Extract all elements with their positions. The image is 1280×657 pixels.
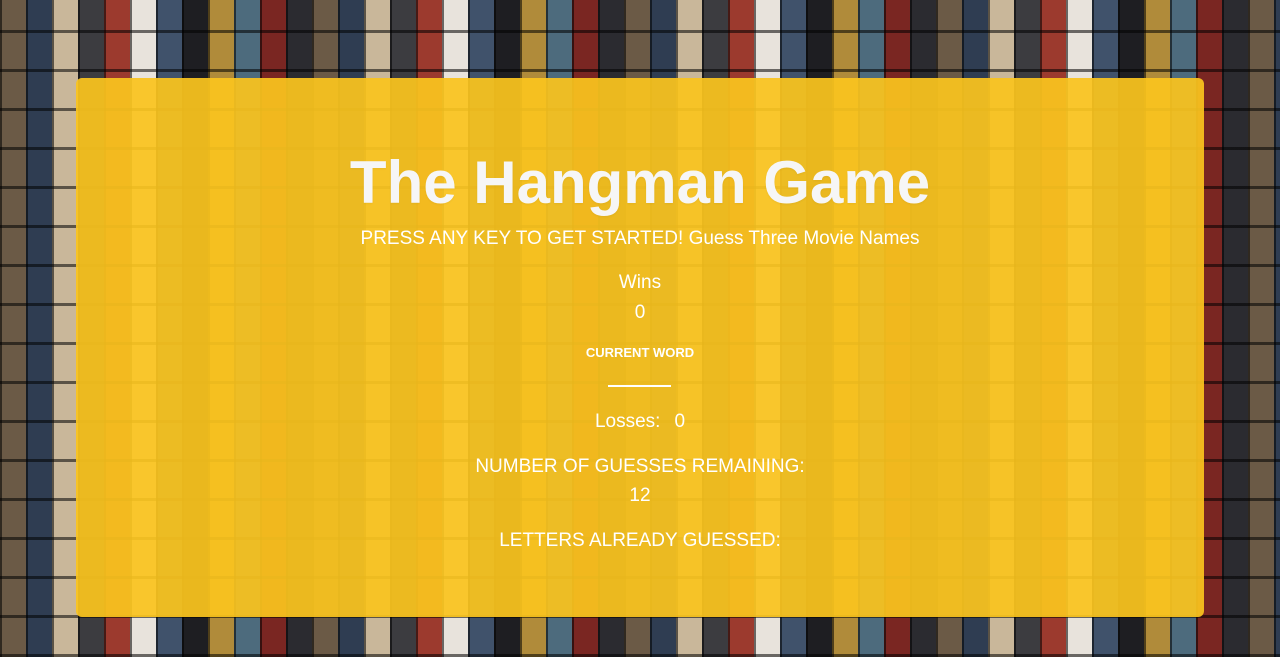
hangman-game-panel: The Hangman Game PRESS ANY KEY TO GET ST… <box>76 78 1204 617</box>
current-word-underline <box>608 385 671 387</box>
losses-row: Losses: 0 <box>76 410 1204 434</box>
current-word-label: CURRENT WORD <box>585 345 695 360</box>
losses-label: Losses: <box>594 411 661 432</box>
game-title: The Hangman Game <box>349 149 931 216</box>
guesses-remaining-counter: 12 <box>629 485 651 506</box>
wins-counter: 0 <box>634 302 646 323</box>
losses-counter: 0 <box>674 411 686 432</box>
guesses-remaining-label: NUMBER OF GUESSES REMAINING: <box>475 456 805 477</box>
wins-label: Wins <box>618 272 662 293</box>
letters-guessed-label: LETTERS ALREADY GUESSED: <box>499 530 781 551</box>
instructions-text: PRESS ANY KEY TO GET STARTED! Guess Thre… <box>360 228 920 249</box>
